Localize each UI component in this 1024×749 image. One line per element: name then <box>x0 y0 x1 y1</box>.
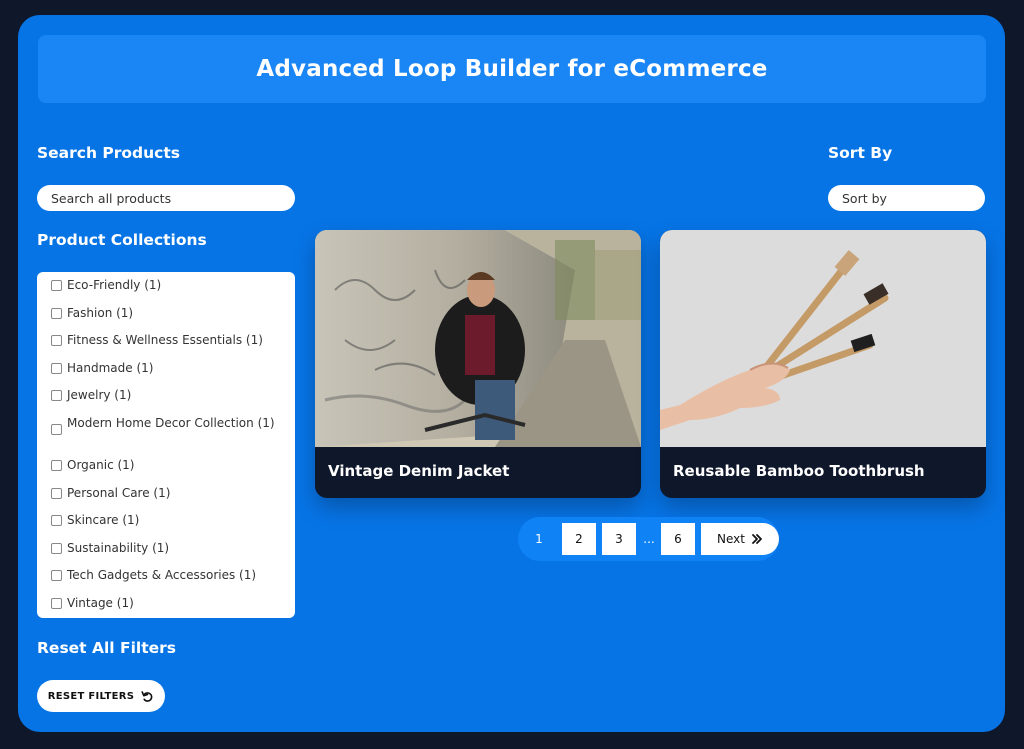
checkbox[interactable] <box>51 362 62 374</box>
collection-label: Personal Care (1) <box>67 485 171 500</box>
collection-item[interactable]: Jewelry (1) <box>51 386 285 414</box>
collection-item[interactable]: Tech Gadgets & Accessories (1) <box>51 566 285 594</box>
checkbox[interactable] <box>51 570 62 582</box>
collection-label: Skincare (1) <box>67 513 140 528</box>
checkbox[interactable] <box>51 335 62 347</box>
collections-heading: Product Collections <box>37 231 207 249</box>
double-chevron-right-icon <box>752 534 762 544</box>
product-card[interactable]: Reusable Bamboo Toothbrush <box>660 230 986 498</box>
page-title: Advanced Loop Builder for eCommerce <box>256 56 768 82</box>
collection-label: Eco-Friendly (1) <box>67 278 162 292</box>
checkbox[interactable] <box>51 390 62 402</box>
collections-list: Eco-Friendly (1) Fashion (1) Fitness & W… <box>37 272 295 618</box>
page-1-current[interactable]: 1 <box>522 523 556 555</box>
hero-banner: Advanced Loop Builder for eCommerce <box>38 35 986 103</box>
reset-button-label: RESET FILTERS <box>47 690 135 702</box>
collection-label: Handmade (1) <box>67 360 154 375</box>
collection-label: Fashion (1) <box>67 305 134 320</box>
product-image <box>660 230 986 447</box>
collection-item[interactable]: Handmade (1) <box>51 359 285 387</box>
checkbox[interactable] <box>51 459 62 471</box>
product-title: Vintage Denim Jacket <box>328 462 510 480</box>
collection-label: Modern Home Decor Collection (1) <box>67 415 275 430</box>
collection-item[interactable]: Fitness & Wellness Essentials (1) <box>51 331 285 359</box>
collection-item[interactable]: Fashion (1) <box>51 304 285 332</box>
pagination-ellipsis: ... <box>643 532 655 546</box>
next-page-button[interactable]: Next <box>701 523 779 555</box>
reset-heading: Reset All Filters <box>37 639 177 657</box>
checkbox[interactable] <box>51 542 62 554</box>
page-3-button[interactable]: 3 <box>602 523 636 555</box>
page-panel: Advanced Loop Builder for eCommerce Sear… <box>18 15 1005 732</box>
collection-item[interactable]: Personal Care (1) <box>51 484 285 512</box>
sort-heading: Sort By <box>828 144 893 162</box>
collection-label: Tech Gadgets & Accessories (1) <box>67 568 257 583</box>
collection-label: Fitness & Wellness Essentials (1) <box>67 333 263 348</box>
collection-label: Sustainability (1) <box>67 540 170 555</box>
reset-filters-button[interactable]: RESET FILTERS <box>37 680 165 712</box>
product-title: Reusable Bamboo Toothbrush <box>673 462 925 480</box>
checkbox[interactable] <box>51 423 62 435</box>
search-input[interactable] <box>37 185 295 211</box>
collection-item[interactable]: Organic (1) <box>51 456 285 484</box>
collection-item[interactable]: Vintage (1) <box>51 594 285 622</box>
next-label: Next <box>717 532 745 546</box>
collection-label: Organic (1) <box>67 457 135 472</box>
collection-label: Vintage (1) <box>67 595 134 610</box>
checkbox[interactable] <box>51 597 62 609</box>
checkbox[interactable] <box>51 487 62 499</box>
undo-icon <box>141 690 153 702</box>
collection-item[interactable]: Eco-Friendly (1) <box>51 276 285 304</box>
collection-label: Jewelry (1) <box>67 388 132 403</box>
product-image <box>315 230 641 447</box>
collection-item[interactable]: Modern Home Decor Collection (1) <box>51 414 285 456</box>
collection-item[interactable]: Sustainability (1) <box>51 539 285 567</box>
checkbox[interactable] <box>51 280 62 291</box>
sort-select[interactable] <box>828 185 985 211</box>
product-card[interactable]: Vintage Denim Jacket <box>315 230 641 498</box>
collection-item[interactable]: Skincare (1) <box>51 511 285 539</box>
checkbox[interactable] <box>51 307 62 319</box>
search-heading: Search Products <box>37 144 181 162</box>
checkbox[interactable] <box>51 515 62 527</box>
page-2-button[interactable]: 2 <box>562 523 596 555</box>
page-6-button[interactable]: 6 <box>661 523 695 555</box>
pagination: 1 2 3 ... 6 Next <box>518 517 779 561</box>
